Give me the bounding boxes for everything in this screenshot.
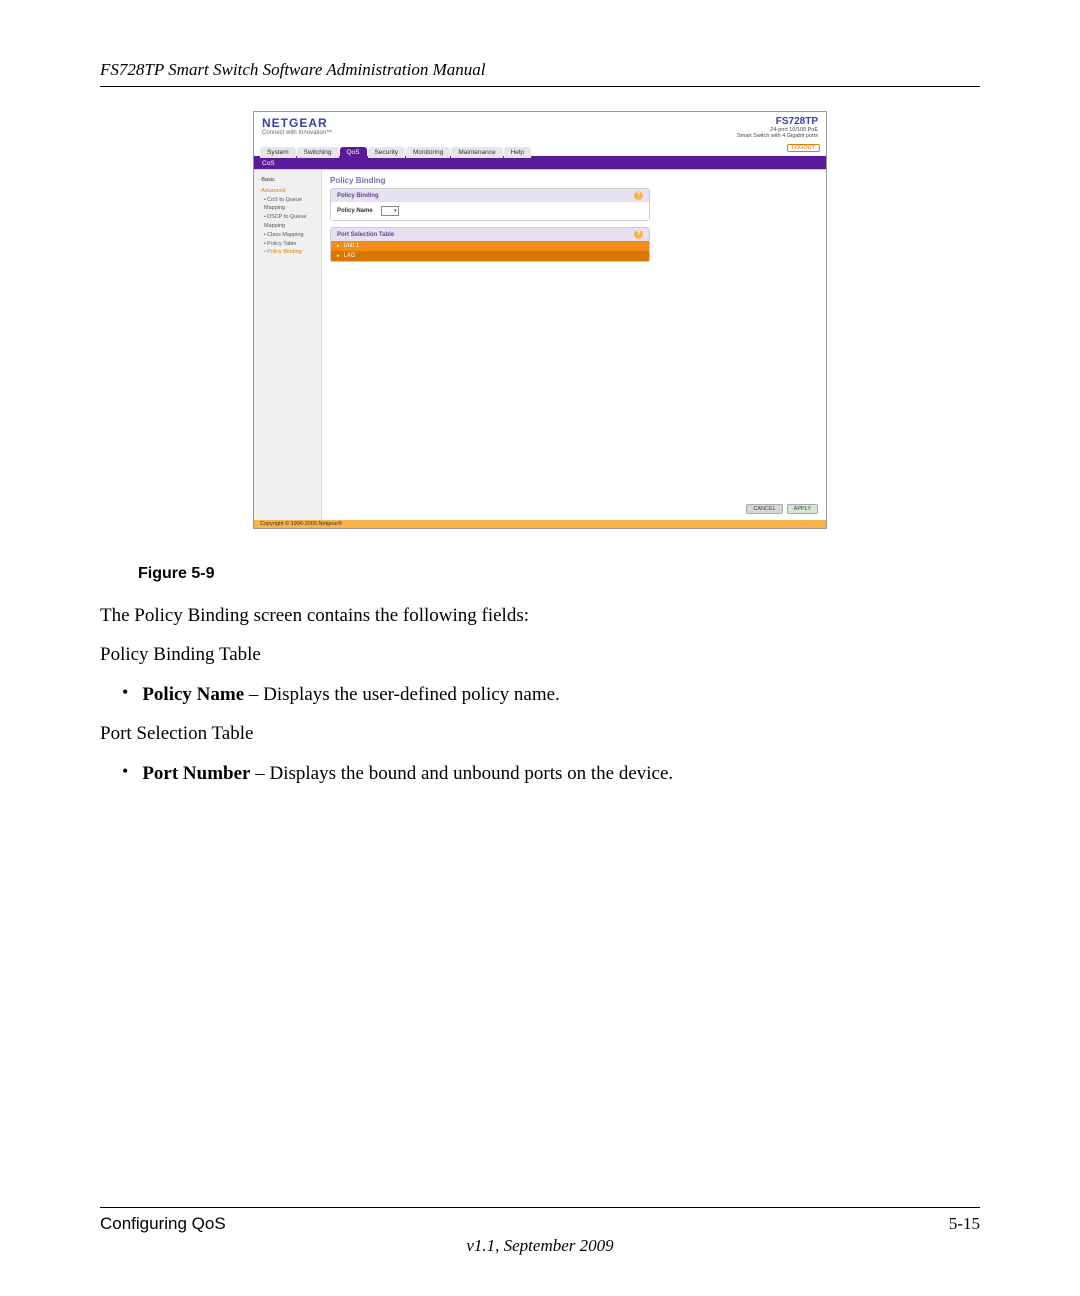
port-selection-panel: Port Selection Table ? ▸ Unit 1 ▸ LAG — [330, 227, 650, 262]
bullet2-bold: Port Number — [142, 763, 250, 784]
section1-heading: Policy Binding Table — [100, 644, 980, 666]
policy-binding-panel: Policy Binding ? Policy Name ▾ — [330, 188, 650, 221]
tab-help[interactable]: Help — [504, 147, 531, 158]
tab-system[interactable]: System — [260, 147, 296, 158]
action-buttons: CANCEL APPLY — [254, 504, 826, 514]
cancel-button[interactable]: CANCEL — [746, 504, 782, 514]
chevron-right-icon: ▸ — [337, 253, 340, 259]
model-sub2: Smart Switch with 4 Gigabit ports — [737, 133, 818, 139]
footer-page-number: 5-15 — [949, 1214, 980, 1234]
tab-maintenance[interactable]: Maintenance — [451, 147, 502, 158]
sub-nav-bar: CoS — [254, 158, 826, 169]
port-row-unit1[interactable]: ▸ Unit 1 — [331, 241, 649, 251]
sidebar-item-policy-table[interactable]: Policy Table — [264, 240, 317, 249]
sidebar: · Basic · Advanced CoS to Queue Mapping … — [254, 170, 322, 528]
footer-version: v1.1, September 2009 — [100, 1236, 980, 1256]
bullet1-rest: – Displays the user-defined policy name. — [244, 684, 560, 705]
main-tabs: System Switching QoS Security Monitoring… — [254, 141, 826, 158]
port-row-lag[interactable]: ▸ LAG — [331, 251, 649, 261]
brand-logo: NETGEAR — [262, 116, 332, 130]
model-block: FS728TP 24-port 10/100 PoE Smart Switch … — [737, 116, 818, 139]
model-name: FS728TP — [737, 116, 818, 127]
document-header: FS728TP Smart Switch Software Administra… — [100, 60, 980, 87]
footer-section: Configuring QoS — [100, 1214, 226, 1234]
bullet1-bold: Policy Name — [142, 684, 244, 705]
port-row-lag-label: LAG — [344, 253, 356, 259]
screenshot-figure: NETGEAR Connect with Innovation™ FS728TP… — [253, 111, 827, 529]
bullet2-rest: – Displays the bound and unbound ports o… — [250, 763, 673, 784]
port-row-unit1-label: Unit 1 — [344, 243, 360, 249]
sidebar-basic[interactable]: · Basic — [258, 176, 317, 185]
sidebar-item-policy-binding[interactable]: Policy Binding — [264, 248, 317, 257]
tab-monitoring[interactable]: Monitoring — [406, 147, 450, 158]
sidebar-item-dscp-queue[interactable]: DSCP to Queue Mapping — [264, 213, 317, 231]
intro-text: The Policy Binding screen contains the f… — [100, 603, 980, 630]
brand-block: NETGEAR Connect with Innovation™ — [262, 116, 332, 136]
sidebar-item-cos-queue[interactable]: CoS to Queue Mapping — [264, 196, 317, 214]
bullet-policy-name: • Policy Name – Displays the user-define… — [122, 682, 980, 708]
tab-switching[interactable]: Switching — [297, 147, 339, 158]
policy-name-label: Policy Name — [337, 208, 373, 214]
sidebar-item-class-mapping[interactable]: Class Mapping — [264, 231, 317, 240]
chevron-down-icon: ▾ — [394, 208, 397, 214]
brand-tagline: Connect with Innovation™ — [262, 130, 332, 136]
copyright-bar: Copyright © 1996-2009 Netgear® — [254, 520, 826, 528]
policy-name-dropdown[interactable]: ▾ — [381, 206, 399, 216]
logout-button[interactable]: LOGOUT — [787, 144, 820, 152]
document-footer: Configuring QoS 5-15 — [100, 1207, 980, 1234]
chevron-right-icon: ▸ — [337, 243, 340, 249]
sidebar-basic-label: Basic — [261, 177, 274, 183]
apply-button[interactable]: APPLY — [787, 504, 818, 514]
help-icon[interactable]: ? — [634, 230, 643, 239]
tab-security[interactable]: Security — [368, 147, 405, 158]
help-icon[interactable]: ? — [634, 191, 643, 200]
main-content: Policy Binding Policy Binding ? Policy N… — [322, 170, 826, 528]
panel1-heading: Policy Binding — [337, 193, 379, 199]
section2-heading: Port Selection Table — [100, 723, 980, 745]
bullet-icon: • — [122, 682, 128, 704]
figure-caption: Figure 5-9 — [138, 565, 980, 583]
tab-qos[interactable]: QoS — [340, 147, 367, 158]
bullet-icon: • — [122, 761, 128, 783]
sidebar-advanced[interactable]: · Advanced — [258, 187, 317, 196]
bullet-port-number: • Port Number – Displays the bound and u… — [122, 761, 980, 787]
page-title: Policy Binding — [330, 176, 818, 185]
sidebar-advanced-label: Advanced — [261, 188, 285, 194]
panel2-heading: Port Selection Table — [337, 232, 394, 238]
